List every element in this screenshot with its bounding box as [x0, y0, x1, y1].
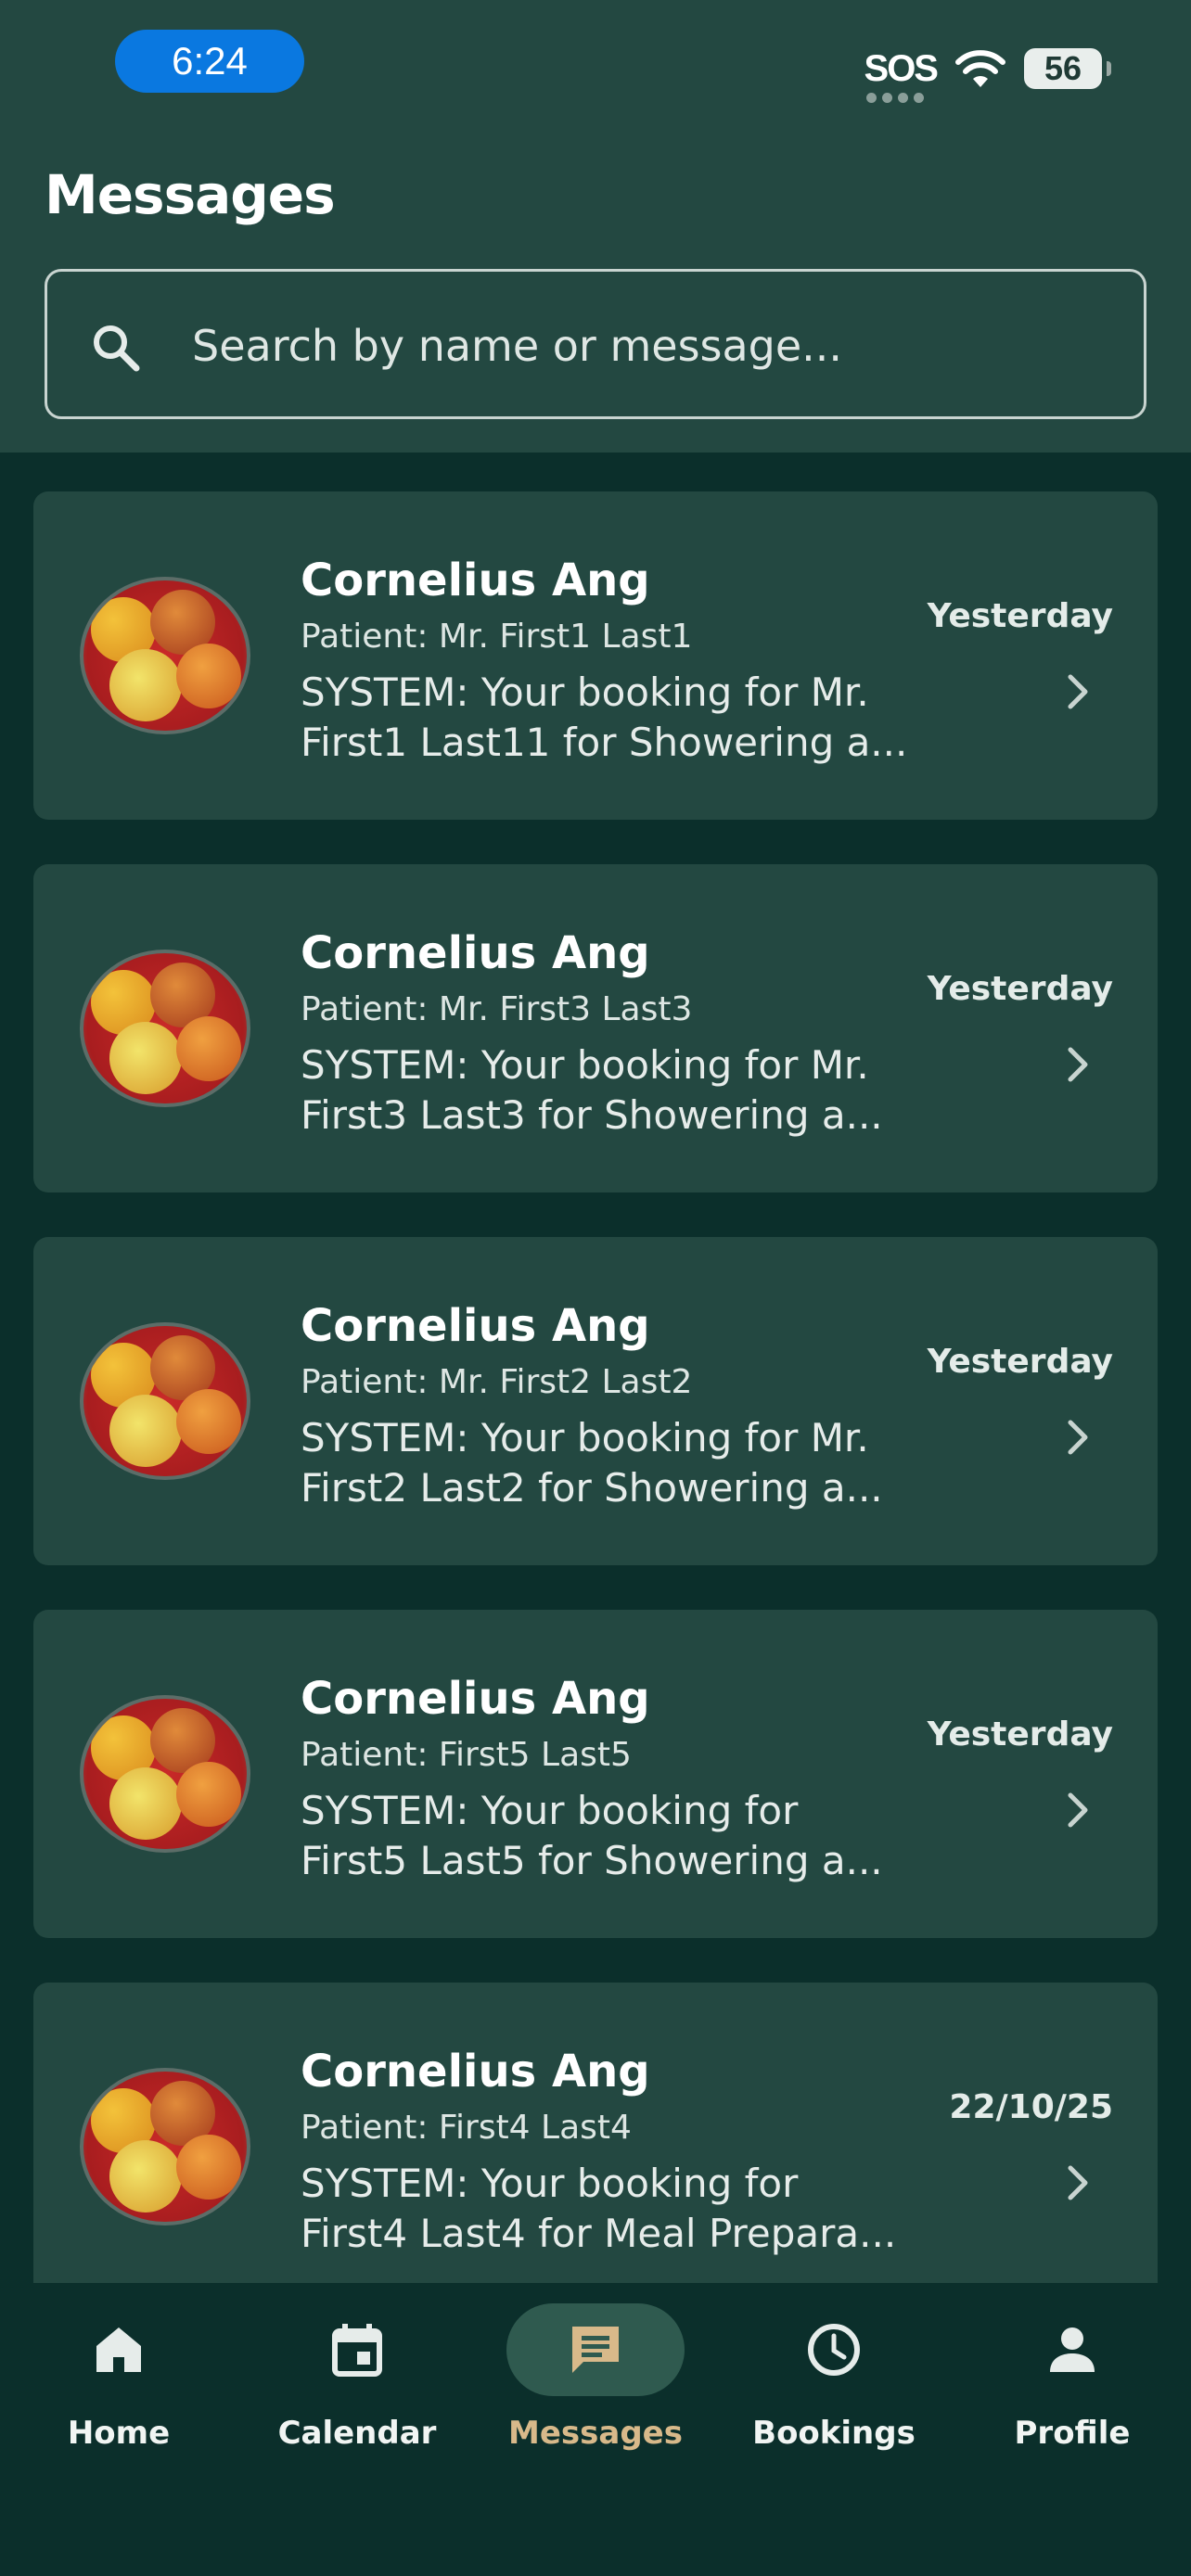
message-time: Yesterday [927, 1343, 1113, 1381]
contact-name: Cornelius Ang [301, 1300, 650, 1352]
nav-pill [983, 2303, 1161, 2396]
chevron-right-icon [1068, 1420, 1088, 1455]
chevron-right-icon [1068, 1047, 1088, 1082]
preview-line: First3 Last3 for Showering a... [301, 1092, 883, 1138]
patient-label: Patient: Mr. First3 Last3 [301, 990, 693, 1028]
message-time: Yesterday [927, 597, 1113, 635]
wifi-icon [955, 50, 1005, 87]
nav-profile[interactable]: Profile [954, 2303, 1191, 2470]
status-time: 6:24 [115, 30, 304, 93]
contact-name: Cornelius Ang [301, 927, 650, 979]
nav-calendar[interactable]: Calendar [238, 2303, 476, 2470]
header: 6:24 SOS 56 Messages [0, 0, 1191, 453]
nav-pill [745, 2303, 923, 2396]
conversation-card[interactable]: Cornelius Ang Patient: First5 Last5 SYST… [33, 1610, 1158, 1938]
message-icon [572, 2327, 619, 2373]
contact-name: Cornelius Ang [301, 555, 650, 606]
signal-dots-icon [865, 92, 924, 103]
conversation-card[interactable]: Cornelius Ang Patient: First4 Last4 SYST… [33, 1983, 1158, 2283]
search-icon [94, 325, 140, 372]
preview-line: SYSTEM: Your booking for Mr. [301, 670, 869, 715]
chevron-right-icon [1068, 1792, 1088, 1828]
conversation-card[interactable]: Cornelius Ang Patient: Mr. First1 Last1 … [33, 491, 1158, 820]
nav-label: Calendar [277, 2415, 437, 2452]
preview-line: First1 Last11 for Showering a... [301, 720, 908, 765]
patient-label: Patient: Mr. First1 Last1 [301, 618, 693, 656]
patient-label: Patient: First4 Last4 [301, 2109, 632, 2147]
conversation-card[interactable]: Cornelius Ang Patient: Mr. First3 Last3 … [33, 864, 1158, 1192]
message-preview: SYSTEM: Your booking for First4 Last4 fo… [301, 2159, 941, 2259]
message-preview: SYSTEM: Your booking for Mr. First1 Last… [301, 668, 941, 768]
sos-indicator: SOS [864, 47, 939, 103]
message-time: Yesterday [927, 1715, 1113, 1753]
contact-name: Cornelius Ang [301, 2046, 650, 2098]
search-input[interactable] [192, 309, 1101, 383]
clock-icon [808, 2324, 860, 2376]
avatar [80, 1695, 250, 1853]
patient-label: Patient: First5 Last5 [301, 1736, 632, 1774]
preview-line: First5 Last5 for Showering a... [301, 1838, 883, 1883]
chevron-right-icon [1068, 674, 1088, 709]
nav-pill [268, 2303, 446, 2396]
message-preview: SYSTEM: Your booking for Mr. First2 Last… [301, 1413, 941, 1513]
nav-messages[interactable]: Messages [477, 2303, 714, 2470]
preview-line: SYSTEM: Your booking for [301, 2161, 799, 2206]
contact-name: Cornelius Ang [301, 1673, 650, 1725]
avatar [80, 577, 250, 734]
message-time: 22/10/25 [949, 2088, 1113, 2126]
bottom-nav: Home Calendar Messages Bookings Profile [0, 2283, 1191, 2576]
preview-line: SYSTEM: Your booking for [301, 1788, 799, 1833]
avatar [80, 1322, 250, 1480]
conversation-card[interactable]: Cornelius Ang Patient: Mr. First2 Last2 … [33, 1237, 1158, 1565]
nav-label: Bookings [752, 2415, 916, 2452]
chevron-right-icon [1068, 2165, 1088, 2200]
message-preview: SYSTEM: Your booking for Mr. First3 Last… [301, 1040, 941, 1141]
preview-line: First2 Last2 for Showering a... [301, 1465, 883, 1511]
page-title: Messages [45, 163, 336, 226]
nav-label: Profile [1014, 2415, 1131, 2452]
avatar [80, 2068, 250, 2225]
nav-home[interactable]: Home [0, 2303, 237, 2470]
message-time: Yesterday [927, 970, 1113, 1008]
avatar [80, 950, 250, 1107]
message-preview: SYSTEM: Your booking for First5 Last5 fo… [301, 1786, 941, 1886]
sos-label: SOS [864, 47, 939, 89]
preview-line: SYSTEM: Your booking for Mr. [301, 1415, 869, 1460]
nav-label: Messages [508, 2415, 683, 2452]
battery-icon: 56 [1024, 48, 1111, 89]
calendar-icon [332, 2324, 382, 2377]
preview-line: First4 Last4 for Meal Prepara... [301, 2211, 897, 2256]
search-box[interactable] [45, 269, 1146, 419]
nav-bookings[interactable]: Bookings [715, 2303, 953, 2470]
patient-label: Patient: Mr. First2 Last2 [301, 1363, 693, 1401]
nav-pill-active [506, 2303, 685, 2396]
battery-level: 56 [1044, 49, 1082, 87]
nav-pill [30, 2303, 208, 2396]
home-icon [96, 2327, 141, 2372]
person-icon [1050, 2327, 1095, 2372]
conversation-list: Cornelius Ang Patient: Mr. First1 Last1 … [33, 491, 1158, 2283]
nav-label: Home [67, 2415, 171, 2452]
preview-line: SYSTEM: Your booking for Mr. [301, 1042, 869, 1088]
status-icons: SOS 56 [864, 41, 1111, 103]
